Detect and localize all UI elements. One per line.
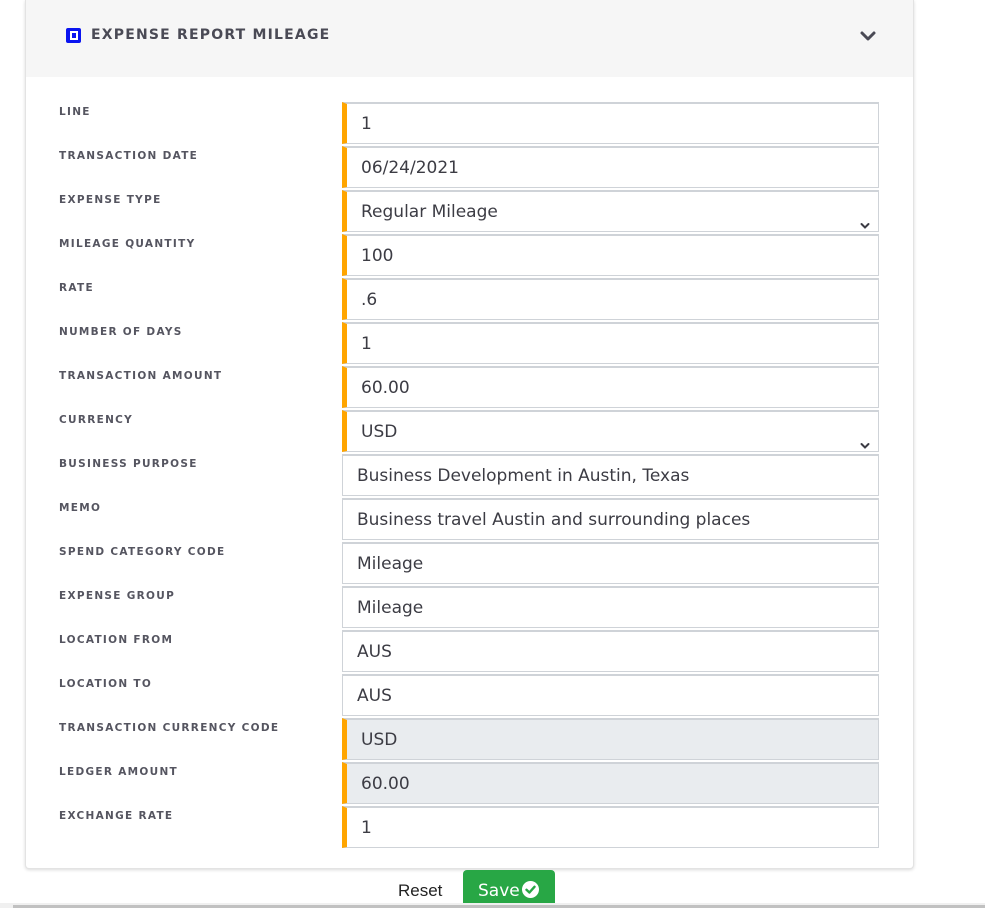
memo-value: Business travel Austin and surrounding p…	[357, 510, 751, 530]
location-to-input[interactable]: AUS	[342, 674, 879, 716]
label-exchange-rate: EXCHANGE RATE	[59, 810, 174, 822]
spend-category-code-value: Mileage	[357, 554, 424, 574]
exchange-rate-input[interactable]: 1	[342, 806, 879, 848]
label-location-to: LOCATION TO	[59, 678, 153, 690]
label-transaction-amount: TRANSACTION AMOUNT	[59, 370, 223, 382]
memo-input[interactable]: Business travel Austin and surrounding p…	[342, 498, 879, 540]
label-mileage-quantity: MILEAGE QUANTITY	[59, 238, 196, 250]
wallet-icon	[66, 28, 81, 43]
label-expense-type: EXPENSE TYPE	[59, 194, 162, 206]
location-to-value: AUS	[357, 686, 392, 706]
expense-group-value: Mileage	[357, 598, 424, 618]
expense-type-select[interactable]: Regular Mileage	[342, 190, 879, 232]
transaction-currency-code-value: USD	[361, 730, 398, 750]
line-value: 1	[361, 114, 372, 134]
currency-value: USD	[361, 422, 398, 442]
chevron-down-icon[interactable]	[860, 206, 870, 229]
number-of-days-value: 1	[361, 334, 372, 354]
transaction-date-input[interactable]: 06/24/2021	[342, 146, 879, 188]
location-from-value: AUS	[357, 642, 392, 662]
rate-value: .6	[361, 290, 378, 310]
label-location-from: LOCATION FROM	[59, 634, 174, 646]
check-circle-icon	[522, 881, 539, 898]
exchange-rate-value: 1	[361, 818, 372, 838]
label-spend-category-code: SPEND CATEGORY CODE	[59, 546, 226, 558]
number-of-days-input[interactable]: 1	[342, 322, 879, 364]
expense-group-input[interactable]: Mileage	[342, 586, 879, 628]
transaction-amount-input[interactable]: 60.00	[342, 366, 879, 408]
transaction-amount-value: 60.00	[361, 378, 410, 398]
currency-select[interactable]: USD	[342, 410, 879, 452]
chevron-down-icon[interactable]	[860, 426, 870, 449]
location-from-input[interactable]: AUS	[342, 630, 879, 672]
label-ledger-amount: LEDGER AMOUNT	[59, 766, 178, 778]
label-currency: CURRENCY	[59, 414, 134, 426]
business-purpose-value: Business Development in Austin, Texas	[357, 466, 690, 486]
expense-type-value: Regular Mileage	[361, 202, 498, 222]
label-transaction-date: TRANSACTION DATE	[59, 150, 199, 162]
label-line: LINE	[59, 106, 91, 118]
label-number-of-days: NUMBER OF DAYS	[59, 326, 183, 338]
transaction-currency-code-input: USD	[342, 718, 879, 760]
transaction-date-value: 06/24/2021	[361, 158, 459, 178]
mileage-quantity-value: 100	[361, 246, 394, 266]
line-input[interactable]: 1	[342, 102, 879, 144]
label-business-purpose: BUSINESS PURPOSE	[59, 458, 198, 470]
label-transaction-currency-code: TRANSACTION CURRENCY CODE	[59, 722, 280, 734]
save-button-label: Save	[478, 881, 520, 901]
horizontal-scrollbar[interactable]	[0, 903, 985, 908]
reset-button[interactable]: Reset	[398, 881, 442, 901]
mileage-quantity-input[interactable]: 100	[342, 234, 879, 276]
label-memo: MEMO	[59, 502, 102, 514]
business-purpose-input[interactable]: Business Development in Austin, Texas	[342, 454, 879, 496]
rate-input[interactable]: .6	[342, 278, 879, 320]
spend-category-code-input[interactable]: Mileage	[342, 542, 879, 584]
chevron-down-icon[interactable]	[858, 26, 878, 46]
label-rate: RATE	[59, 282, 94, 294]
ledger-amount-value: 60.00	[361, 774, 410, 794]
label-expense-group: EXPENSE GROUP	[59, 590, 176, 602]
card-header[interactable]: EXPENSE REPORT MILEAGE	[26, 0, 913, 77]
card-title: EXPENSE REPORT MILEAGE	[91, 27, 331, 43]
ledger-amount-input: 60.00	[342, 762, 879, 804]
